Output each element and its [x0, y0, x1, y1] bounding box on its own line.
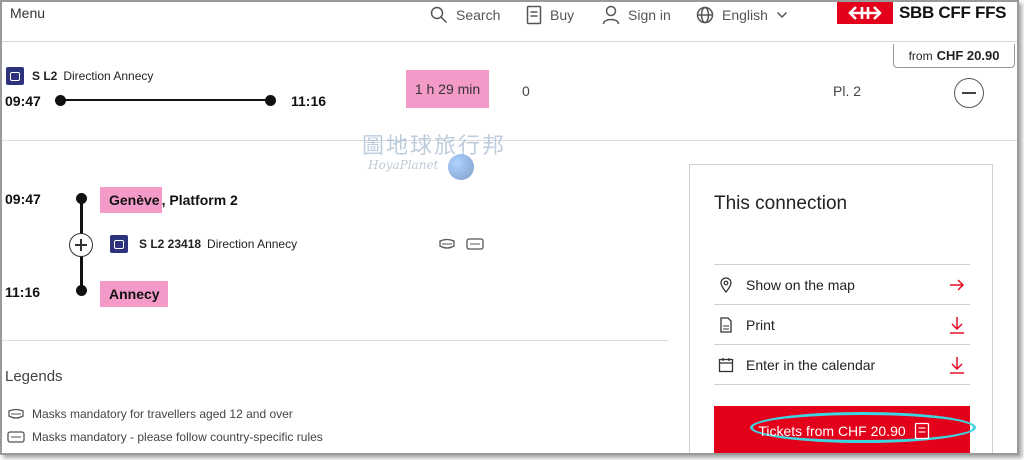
train-info: S L2 23418 Direction Annecy	[139, 237, 297, 251]
duration-badge: 1 h 29 min	[406, 70, 489, 108]
detail-arrival-time: 11:16	[5, 284, 41, 300]
connection-panel: This connection Show on the map Print En…	[689, 164, 993, 453]
mask-age-icon	[8, 408, 24, 419]
train-icon	[6, 67, 24, 85]
print-button[interactable]: Print	[714, 304, 970, 344]
detail-departure-time: 09:47	[5, 191, 41, 207]
divider	[2, 340, 668, 341]
arrival-stop[interactable]: Annecy	[100, 281, 168, 307]
platform-label: Pl. 2	[833, 83, 862, 99]
signin-label: Sign in	[628, 7, 671, 23]
tickets-label: Tickets from CHF 20.90	[758, 423, 906, 439]
language-label: English	[722, 7, 768, 23]
logo-text: SBB CFF FFS	[899, 3, 1007, 22]
language-selector[interactable]: English	[696, 4, 788, 26]
calendar-label: Enter in the calendar	[746, 356, 876, 373]
train-direction: Direction Annecy	[207, 237, 298, 251]
arrival-stop-dot	[76, 285, 87, 296]
line-number: S L2	[32, 69, 58, 83]
search-icon	[430, 6, 448, 24]
search-button[interactable]: Search	[430, 4, 500, 26]
timeline-end-dot	[265, 95, 276, 106]
menu-button[interactable]: Menu	[10, 5, 45, 21]
download-icon	[950, 317, 964, 334]
calendar-icon	[718, 357, 734, 372]
show-on-map-button[interactable]: Show on the map	[714, 264, 970, 304]
legend-item: Masks mandatory - please follow country-…	[7, 430, 323, 444]
mask-country-icon	[7, 431, 25, 443]
train-number: S L2 23418	[139, 237, 202, 251]
arrow-right-icon	[950, 279, 964, 291]
price-tab: from CHF 20.90	[893, 44, 1015, 68]
line-direction: Direction Annecy	[63, 69, 154, 83]
buy-button[interactable]: Buy	[526, 4, 574, 26]
connection-line-label: S L2 Direction Annecy	[32, 69, 153, 83]
chevron-down-icon	[776, 11, 787, 19]
map-pin-icon	[720, 276, 732, 293]
summary-departure-time: 09:47	[5, 93, 41, 109]
sbb-logo[interactable]: SBB CFF FFS	[837, 2, 1007, 24]
legend-text: Masks mandatory for travellers aged 12 a…	[32, 407, 293, 421]
mask-country-icon	[466, 238, 484, 250]
globe-logo-icon	[448, 154, 474, 180]
watermark: 圖地球旅行邦 HoyaPlanet	[362, 128, 532, 184]
calendar-button[interactable]: Enter in the calendar	[714, 344, 970, 384]
collapse-icon[interactable]	[954, 78, 984, 108]
watermark-latin: HoyaPlanet	[368, 158, 439, 172]
swiss-railway-logo-icon	[837, 2, 893, 24]
ticket-icon	[914, 422, 930, 440]
price-prefix: from	[908, 48, 933, 63]
divider	[714, 384, 970, 385]
panel-title: This connection	[714, 193, 848, 214]
search-label: Search	[456, 7, 501, 23]
expand-stops-icon[interactable]	[69, 233, 93, 257]
ticket-icon	[526, 5, 542, 25]
globe-icon	[696, 6, 714, 24]
timeline-bar	[60, 99, 272, 101]
buy-label: Buy	[550, 7, 575, 23]
price-value: CHF 20.90	[936, 48, 1000, 63]
download-icon	[950, 357, 964, 374]
browser-frame: Menu Search Buy Sign in English SBB CFF …	[0, 0, 1019, 455]
mask-age-icon	[439, 238, 455, 249]
user-icon	[602, 5, 620, 25]
show-on-map-label: Show on the map	[746, 276, 855, 293]
departure-platform: , Platform 2	[161, 192, 238, 208]
departure-stop[interactable]: Genève , Platform 2	[100, 187, 238, 213]
signin-button[interactable]: Sign in	[602, 4, 671, 26]
train-icon	[110, 235, 128, 253]
arrival-station: Annecy	[100, 281, 168, 307]
legend-item: Masks mandatory for travellers aged 12 a…	[7, 407, 293, 421]
departure-station: Genève	[100, 187, 162, 213]
legend-text: Masks mandatory - please follow country-…	[32, 430, 323, 444]
top-header: Menu Search Buy Sign in English SBB CFF …	[2, 2, 1017, 42]
print-label: Print	[746, 316, 775, 333]
summary-arrival-time: 11:16	[291, 93, 327, 109]
document-icon	[720, 316, 732, 333]
watermark-chinese: 圖地球旅行邦	[362, 134, 507, 159]
legends-title: Legends	[5, 368, 63, 385]
buy-tickets-button[interactable]: Tickets from CHF 20.90	[714, 406, 976, 453]
changes-count: 0	[522, 83, 530, 99]
